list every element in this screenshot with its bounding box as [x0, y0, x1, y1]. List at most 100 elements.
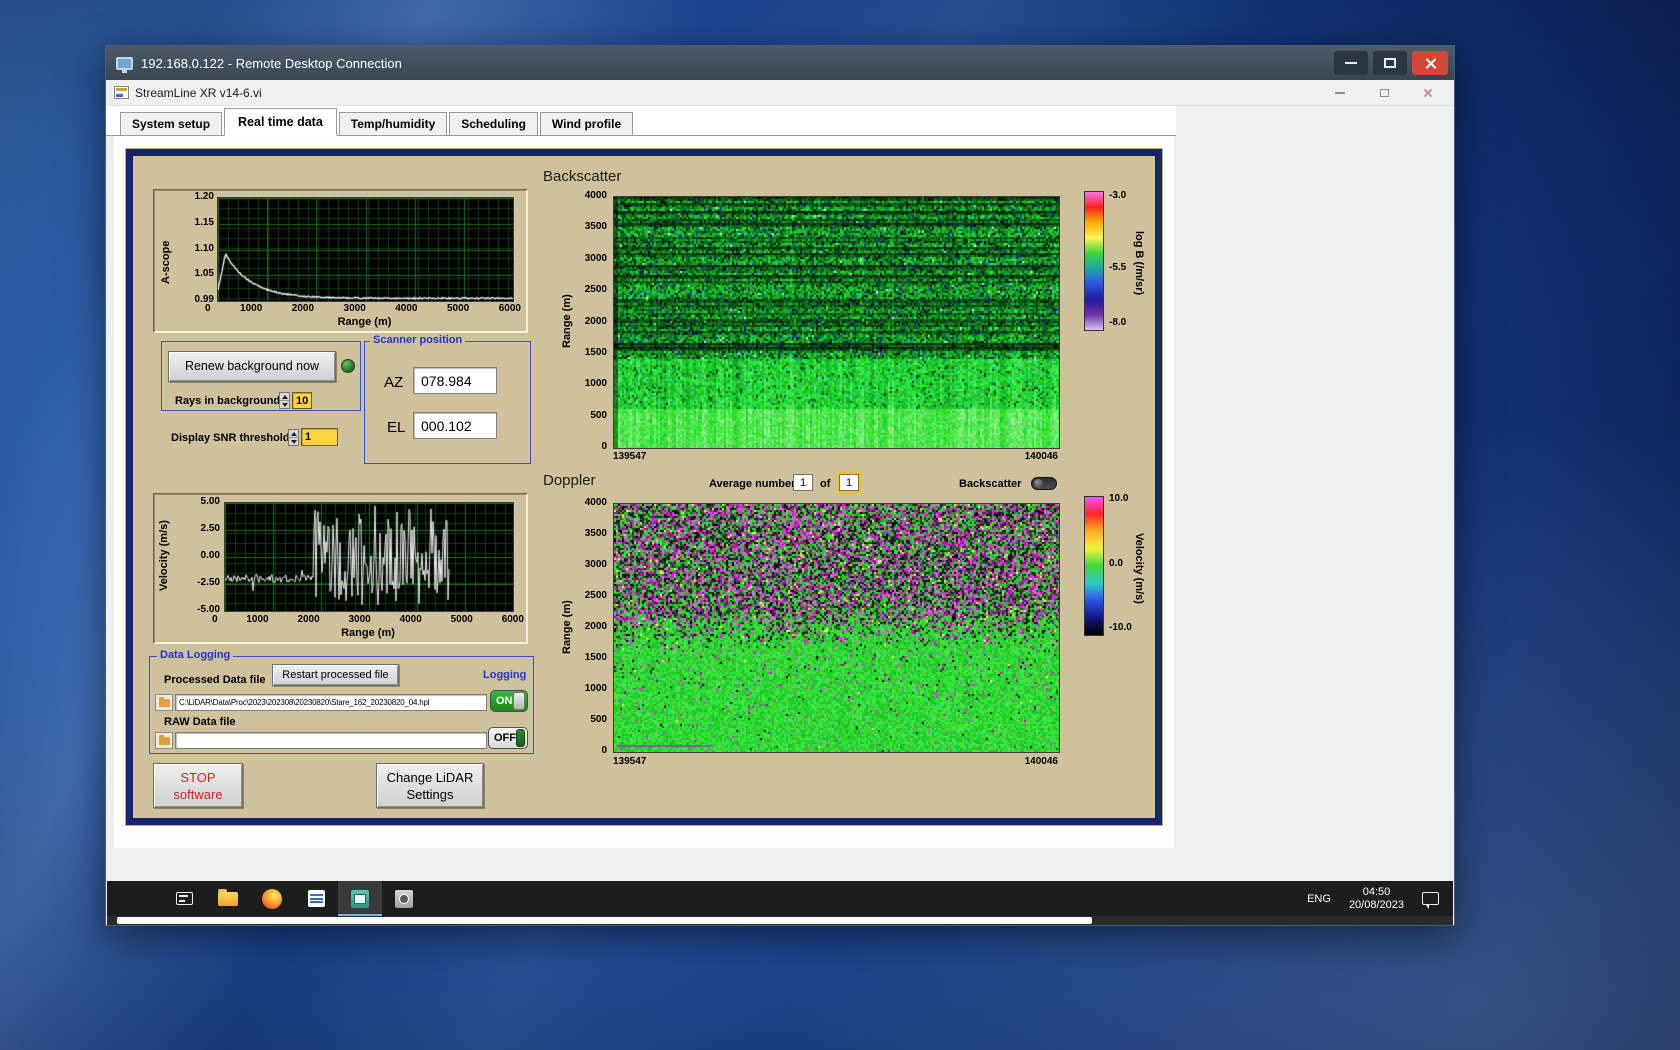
tick-label: -2.50	[197, 577, 220, 589]
tab-scheduling[interactable]: Scheduling	[449, 112, 538, 135]
az-value-field[interactable]: 078.984	[413, 367, 497, 394]
ascope-x-axis-label: Range (m)	[217, 316, 512, 328]
taskbar-tray: ENG 04:50 20/08/2023	[1307, 886, 1439, 912]
raw-data-file-label: RAW Data file	[164, 716, 236, 728]
firefox-button[interactable]	[250, 881, 294, 916]
vi-icon	[114, 86, 129, 99]
logging-label: Logging	[480, 669, 529, 681]
tick-label: 1.10	[195, 243, 214, 255]
backscatter-colorbar-label: log B (/m/sr)	[1133, 196, 1145, 331]
tick-label: 1000	[246, 614, 268, 626]
display-snr-threshold-field[interactable]: 1	[301, 428, 338, 446]
display-snr-threshold-label: Display SNR threshold	[171, 432, 290, 444]
velocity-plot	[224, 502, 514, 612]
snr-spinner[interactable]	[288, 429, 299, 446]
ascope-plot	[217, 197, 514, 302]
tick-label: 2000	[297, 614, 319, 626]
clock[interactable]: 04:50 20/08/2023	[1349, 886, 1404, 912]
velocity-x-ticks: 0100020003000400050006000	[212, 614, 524, 626]
backscatter-cb-tick-mid: -5.5	[1109, 262, 1126, 274]
tab-temp-humidity[interactable]: Temp/humidity	[339, 112, 447, 135]
minimize-icon	[1335, 92, 1345, 94]
data-logging-group: Data Logging Processed Data file Restart…	[149, 656, 534, 754]
app-close-button[interactable]	[1414, 84, 1442, 102]
scrollbar-thumb[interactable]	[117, 917, 1092, 924]
close-icon	[1424, 57, 1437, 70]
tick-label: 3000	[585, 253, 607, 265]
tick-label: 4000	[400, 614, 422, 626]
doppler-x-start: 139547	[613, 756, 646, 768]
rays-in-background-label: Rays in background	[175, 395, 280, 407]
stop-button-line1: STOP	[180, 769, 215, 786]
firefox-icon	[262, 889, 282, 909]
el-value-field[interactable]: 000.102	[413, 412, 497, 439]
velocity-graph-panel: Velocity (m/s) 5.002.500.00-2.50-5.00 01…	[153, 493, 528, 644]
stop-software-button[interactable]: STOP software	[153, 763, 243, 808]
rdp-window: 192.168.0.122 - Remote Desktop Connectio…	[105, 45, 1455, 926]
rays-in-background-field[interactable]: 10	[292, 392, 312, 409]
capture-tool-button[interactable]	[382, 881, 426, 916]
scanner-position-title: Scanner position	[370, 334, 465, 346]
tick-label: 4000	[395, 303, 417, 315]
change-button-line2: Settings	[407, 786, 454, 803]
renew-background-button[interactable]: Renew background now	[168, 351, 336, 382]
processed-logging-toggle[interactable]: ON	[490, 690, 528, 712]
app-restore-button[interactable]	[1370, 84, 1398, 102]
tab-real-time-data[interactable]: Real time data	[224, 108, 337, 136]
rdp-titlebar[interactable]: 192.168.0.122 - Remote Desktop Connectio…	[106, 46, 1454, 80]
app-window-controls	[1326, 84, 1442, 102]
taskbar: ENG 04:50 20/08/2023	[107, 881, 1453, 916]
change-button-line1: Change LiDAR	[387, 769, 474, 786]
average-number-field[interactable]: 1	[793, 474, 813, 491]
average-total-field[interactable]: 1	[839, 474, 859, 491]
app-minimize-button[interactable]	[1326, 84, 1354, 102]
action-center-icon[interactable]	[1422, 892, 1439, 905]
rays-spinner[interactable]	[279, 392, 290, 409]
maximize-button[interactable]	[1373, 51, 1407, 75]
az-label: AZ	[384, 374, 403, 391]
raw-logging-toggle[interactable]: OFF	[488, 727, 528, 749]
processed-path-field[interactable]: C:\LiDAR\Data\Proc\2023\202308\20230820\…	[175, 694, 487, 711]
tick-label: 5.00	[201, 496, 220, 508]
tab-system-setup[interactable]: System setup	[120, 112, 222, 135]
raw-path-browse[interactable]	[155, 732, 173, 749]
ascope-y-axis-label: A-scope	[160, 222, 172, 302]
el-label: EL	[387, 419, 405, 436]
tick-label: 2000	[292, 303, 314, 315]
tab-wind-profile[interactable]: Wind profile	[540, 112, 633, 135]
rdp-horizontal-scrollbar[interactable]	[107, 916, 1453, 925]
raw-path-field[interactable]	[175, 732, 487, 749]
stop-button-line2: software	[173, 786, 222, 803]
file-explorer-button[interactable]	[206, 881, 250, 916]
processed-path-browse[interactable]	[155, 694, 173, 711]
rdp-window-controls	[1334, 51, 1448, 75]
rdp-computer-icon	[116, 57, 133, 70]
tab-bar: System setup Real time data Temp/humidit…	[106, 106, 1176, 136]
spinner-up-icon	[291, 432, 297, 436]
task-view-button[interactable]	[162, 881, 206, 916]
minimize-button[interactable]	[1334, 51, 1368, 75]
restart-processed-file-button[interactable]: Restart processed file	[272, 664, 399, 686]
backscatter-display-switch[interactable]	[1031, 477, 1057, 490]
backscatter-cb-tick-max: -3.0	[1109, 190, 1126, 202]
scanner-position-group: Scanner position AZ 078.984 EL 000.102	[364, 341, 531, 464]
tick-label: 1500	[585, 652, 607, 664]
background-control-group: Renew background now Rays in background …	[161, 341, 361, 411]
tick-label: 0	[212, 614, 218, 626]
close-button[interactable]	[1412, 51, 1448, 75]
tick-label: 3000	[349, 614, 371, 626]
data-logging-title: Data Logging	[157, 649, 233, 661]
backscatter-cb-tick-min: -8.0	[1109, 317, 1126, 329]
language-indicator[interactable]: ENG	[1307, 893, 1331, 905]
streamline-app-button[interactable]	[338, 881, 382, 916]
toggle-knob-icon	[513, 692, 525, 710]
change-lidar-settings-button[interactable]: Change LiDAR Settings	[376, 763, 484, 808]
blue-document-icon	[308, 890, 325, 907]
folder-icon	[159, 699, 170, 707]
app-titlebar[interactable]: StreamLine XR v14-6.vi	[106, 80, 1454, 106]
tick-label: 2000	[585, 621, 607, 633]
tick-label: 1000	[240, 303, 262, 315]
ascope-graph-panel: A-scope 1.201.151.101.050.99 01000200030…	[153, 189, 528, 333]
document-app-button[interactable]	[294, 881, 338, 916]
velocity-y-ticks: 5.002.500.00-2.50-5.00	[180, 496, 220, 616]
